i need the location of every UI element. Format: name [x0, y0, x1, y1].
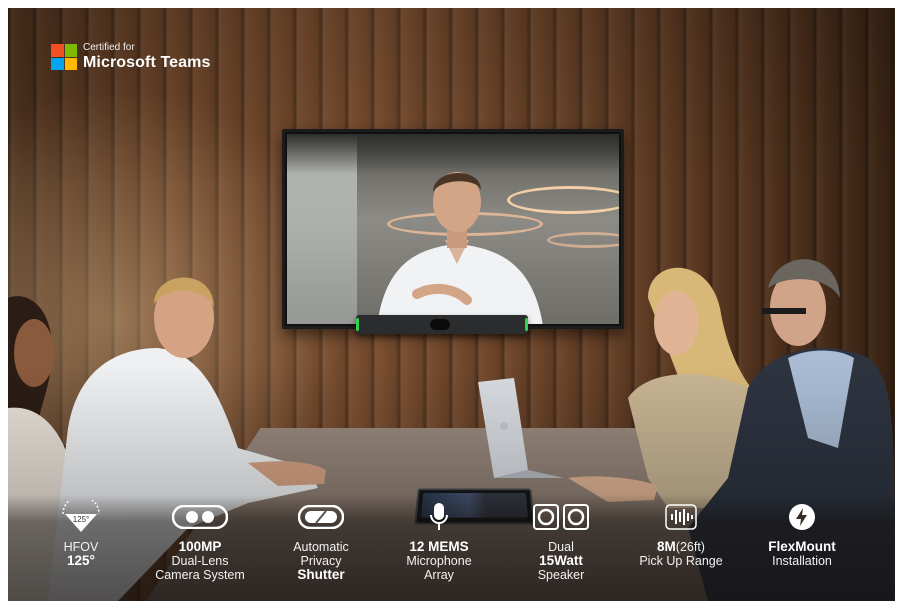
range-meters: 8M [657, 539, 676, 554]
feature-highlight: FlexMount [768, 539, 836, 554]
logo-square [51, 57, 64, 70]
shutter-icon [256, 500, 386, 534]
feature-text: Camera System [155, 568, 245, 582]
logo-square [64, 57, 77, 70]
feature-text: Microphone [406, 554, 472, 568]
feature-hfov: 125° HFOV 125° [16, 500, 146, 568]
certification-badge: Certified for Microsoft Teams [51, 43, 210, 71]
hfov-icon: 125° [16, 500, 146, 534]
feature-flexmount: FlexMount Installation [737, 500, 867, 568]
certification-text: Certified for Microsoft Teams [83, 43, 210, 71]
feature-list: 125° HFOV 125° 100MP Dual-Lens Camera Sy… [8, 500, 895, 600]
microphone-icon [374, 500, 504, 534]
feature-pickup-range: 8M(26ft) Pick Up Range [616, 500, 746, 568]
feature-text: Automatic [293, 540, 349, 554]
feature-speaker: Dual 15Watt Speaker [496, 500, 626, 582]
feature-highlight: Shutter [297, 567, 345, 582]
range-feet: (26ft) [675, 540, 705, 554]
feature-highlight: 15Watt [539, 553, 583, 568]
logo-square [64, 44, 77, 57]
feature-camera: 100MP Dual-Lens Camera System [135, 500, 265, 582]
feature-text: Speaker [537, 568, 585, 582]
microsoft-logo-icon [51, 44, 77, 70]
dual-lens-icon [135, 500, 265, 534]
flexmount-icon [737, 500, 867, 534]
feature-text: Privacy [300, 554, 342, 568]
feature-microphone: 12 MEMS Microphone Array [374, 500, 504, 582]
feature-text: Pick Up Range [639, 554, 723, 568]
certified-for-label: Certified for [83, 42, 135, 53]
speaker-icon [496, 500, 626, 534]
feature-text: Dual [548, 540, 574, 554]
feature-text: Installation [772, 554, 832, 568]
feature-text: HFOV [63, 540, 99, 554]
feature-shutter: Automatic Privacy Shutter [256, 500, 386, 582]
feature-highlight: 8M(26ft) [616, 539, 746, 555]
feature-highlight: 100MP [178, 539, 222, 554]
feature-highlight: 125° [67, 553, 95, 568]
feature-text: Dual-Lens [171, 554, 229, 568]
logo-square [51, 44, 64, 57]
sound-wave-icon [616, 500, 746, 534]
feature-highlight: 12 MEMS [409, 539, 469, 554]
svg-text:125°: 125° [73, 515, 90, 524]
feature-text: Array [424, 568, 454, 582]
microsoft-teams-label: Microsoft Teams [83, 54, 211, 71]
